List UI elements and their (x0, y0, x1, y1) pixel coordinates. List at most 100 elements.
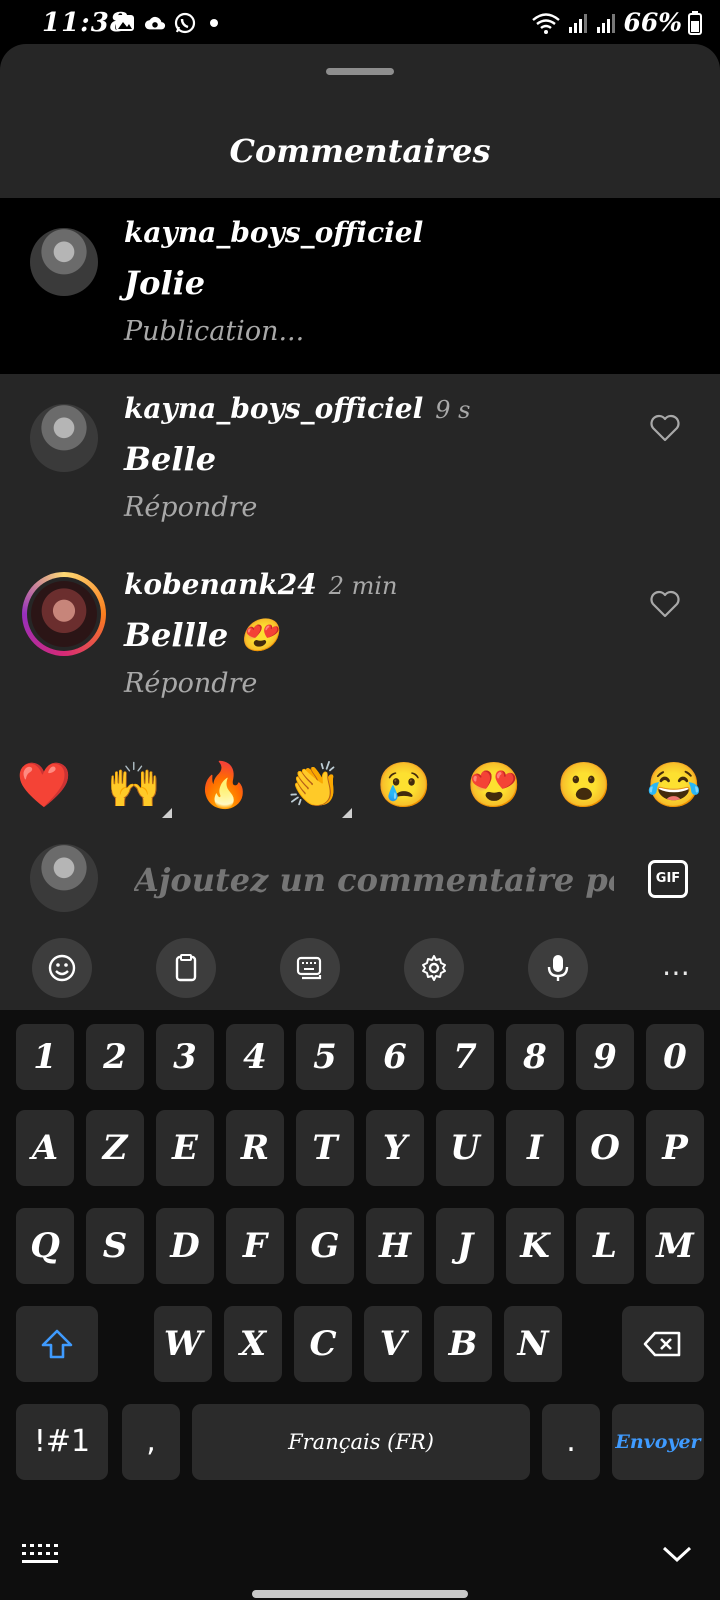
key-9[interactable]: 9 (576, 1024, 634, 1090)
signal-icon (597, 13, 616, 33)
key-8[interactable]: 8 (506, 1024, 564, 1090)
like-heart-icon[interactable] (650, 590, 680, 618)
comment-username[interactable]: kobenank24 2 min (124, 568, 398, 601)
key-p[interactable]: P (646, 1110, 704, 1186)
hide-keyboard-chevron-icon[interactable] (662, 1544, 692, 1564)
key-v[interactable]: V (364, 1306, 422, 1382)
key-a[interactable]: A (16, 1110, 74, 1186)
whatsapp-icon (174, 12, 196, 34)
skin-tone-indicator (162, 808, 172, 818)
key-b[interactable]: B (434, 1306, 492, 1382)
key-e[interactable]: E (156, 1110, 214, 1186)
reply-button[interactable]: Répondre (124, 668, 257, 699)
key-c[interactable]: C (294, 1306, 352, 1382)
reaction-clap[interactable]: 👏 (284, 758, 352, 818)
send-key[interactable]: Envoyer (612, 1404, 704, 1480)
comment-username[interactable]: kayna_boys_officiel 9 s (124, 392, 470, 425)
space-key[interactable]: Français (FR) (192, 1404, 530, 1480)
key-f[interactable]: F (226, 1208, 284, 1284)
avatar[interactable] (30, 404, 98, 472)
dot-icon (210, 19, 218, 27)
clipboard-icon (175, 954, 197, 982)
key-m[interactable]: M (646, 1208, 704, 1284)
comment-time: 2 min (328, 572, 398, 600)
key-z[interactable]: Z (86, 1110, 144, 1186)
comment-text: Jolie (124, 264, 206, 302)
reaction-heart[interactable]: ❤️ (14, 758, 74, 814)
key-o[interactable]: O (576, 1110, 634, 1186)
comma-key[interactable]: , (122, 1404, 180, 1480)
key-7[interactable]: 7 (436, 1024, 494, 1090)
backspace-key[interactable] (622, 1306, 704, 1382)
comment-input[interactable] (134, 856, 614, 904)
key-3[interactable]: 3 (156, 1024, 214, 1090)
key-w[interactable]: W (154, 1306, 212, 1382)
key-l[interactable]: L (576, 1208, 634, 1284)
wifi-icon (532, 12, 561, 34)
period-key[interactable]: . (542, 1404, 600, 1480)
home-indicator[interactable] (252, 1590, 468, 1598)
shift-arrow-icon (41, 1329, 73, 1359)
cloud-sync-icon (144, 16, 166, 30)
comment-item: kobenank24 2 min Bellle 😍 Répondre (0, 550, 720, 726)
key-j[interactable]: J (436, 1208, 494, 1284)
reaction-laughing[interactable]: 😂 (644, 758, 704, 814)
voice-input-button[interactable] (528, 938, 588, 998)
signal-icon (569, 13, 588, 33)
key-r[interactable]: R (226, 1110, 284, 1186)
gif-button[interactable]: GIF (648, 860, 688, 898)
key-h[interactable]: H (366, 1208, 424, 1284)
key-t[interactable]: T (296, 1110, 354, 1186)
key-n[interactable]: N (504, 1306, 562, 1382)
more-icon[interactable]: ⋯ (662, 956, 692, 989)
keyboard-mode-button[interactable] (280, 938, 340, 998)
key-d[interactable]: D (156, 1208, 214, 1284)
reaction-raised-hands[interactable]: 🙌 (104, 758, 172, 818)
posting-status: Publication... (124, 316, 305, 347)
avatar[interactable] (30, 228, 98, 296)
reaction-surprised[interactable]: 😮 (554, 758, 614, 814)
key-4[interactable]: 4 (226, 1024, 284, 1090)
sheet-title: Commentaires (229, 132, 491, 170)
comment-text: Bellle 😍 (124, 616, 280, 654)
key-y[interactable]: Y (366, 1110, 424, 1186)
emoji-button[interactable] (32, 938, 92, 998)
backspace-icon (643, 1331, 681, 1357)
key-x[interactable]: X (224, 1306, 282, 1382)
keyboard: 1 2 3 4 5 6 7 8 9 0 A Z E R T Y U I O P … (0, 1010, 720, 1600)
key-1[interactable]: 1 (16, 1024, 74, 1090)
status-bar: 11:38 66% (0, 0, 720, 48)
comment-username[interactable]: kayna_boys_officiel (124, 216, 423, 249)
comment-item: kayna_boys_officiel 9 s Belle Répondre (0, 374, 720, 550)
comment-time: 9 s (435, 396, 471, 424)
reply-button[interactable]: Répondre (124, 492, 257, 523)
shift-key[interactable] (16, 1306, 98, 1382)
key-5[interactable]: 5 (296, 1024, 354, 1090)
status-system-icons: 66% (531, 8, 702, 37)
status-notification-icons (114, 12, 218, 34)
drag-handle[interactable] (326, 68, 394, 75)
clipboard-button[interactable] (156, 938, 216, 998)
reaction-fire[interactable]: 🔥 (194, 758, 254, 814)
keyboard-switch-icon[interactable] (22, 1542, 58, 1566)
gallery-icon (116, 15, 134, 31)
key-s[interactable]: S (86, 1208, 144, 1284)
reaction-crying[interactable]: 😢 (374, 758, 434, 814)
key-6[interactable]: 6 (366, 1024, 424, 1090)
like-heart-icon[interactable] (650, 414, 680, 442)
reaction-heart-eyes[interactable]: 😍 (464, 758, 524, 814)
key-u[interactable]: U (436, 1110, 494, 1186)
avatar (31, 581, 97, 647)
key-2[interactable]: 2 (86, 1024, 144, 1090)
key-0[interactable]: 0 (646, 1024, 704, 1090)
key-q[interactable]: Q (16, 1208, 74, 1284)
story-avatar[interactable] (22, 572, 106, 656)
key-i[interactable]: I (506, 1110, 564, 1186)
key-g[interactable]: G (296, 1208, 354, 1284)
symbols-key[interactable]: !#1 (16, 1404, 108, 1480)
settings-icon (422, 955, 446, 981)
key-k[interactable]: K (506, 1208, 564, 1284)
microphone-icon (547, 955, 569, 981)
quick-reactions-bar: ❤️ 🙌 🔥 👏 😢 😍 😮 😂 (0, 758, 720, 822)
settings-button[interactable] (404, 938, 464, 998)
